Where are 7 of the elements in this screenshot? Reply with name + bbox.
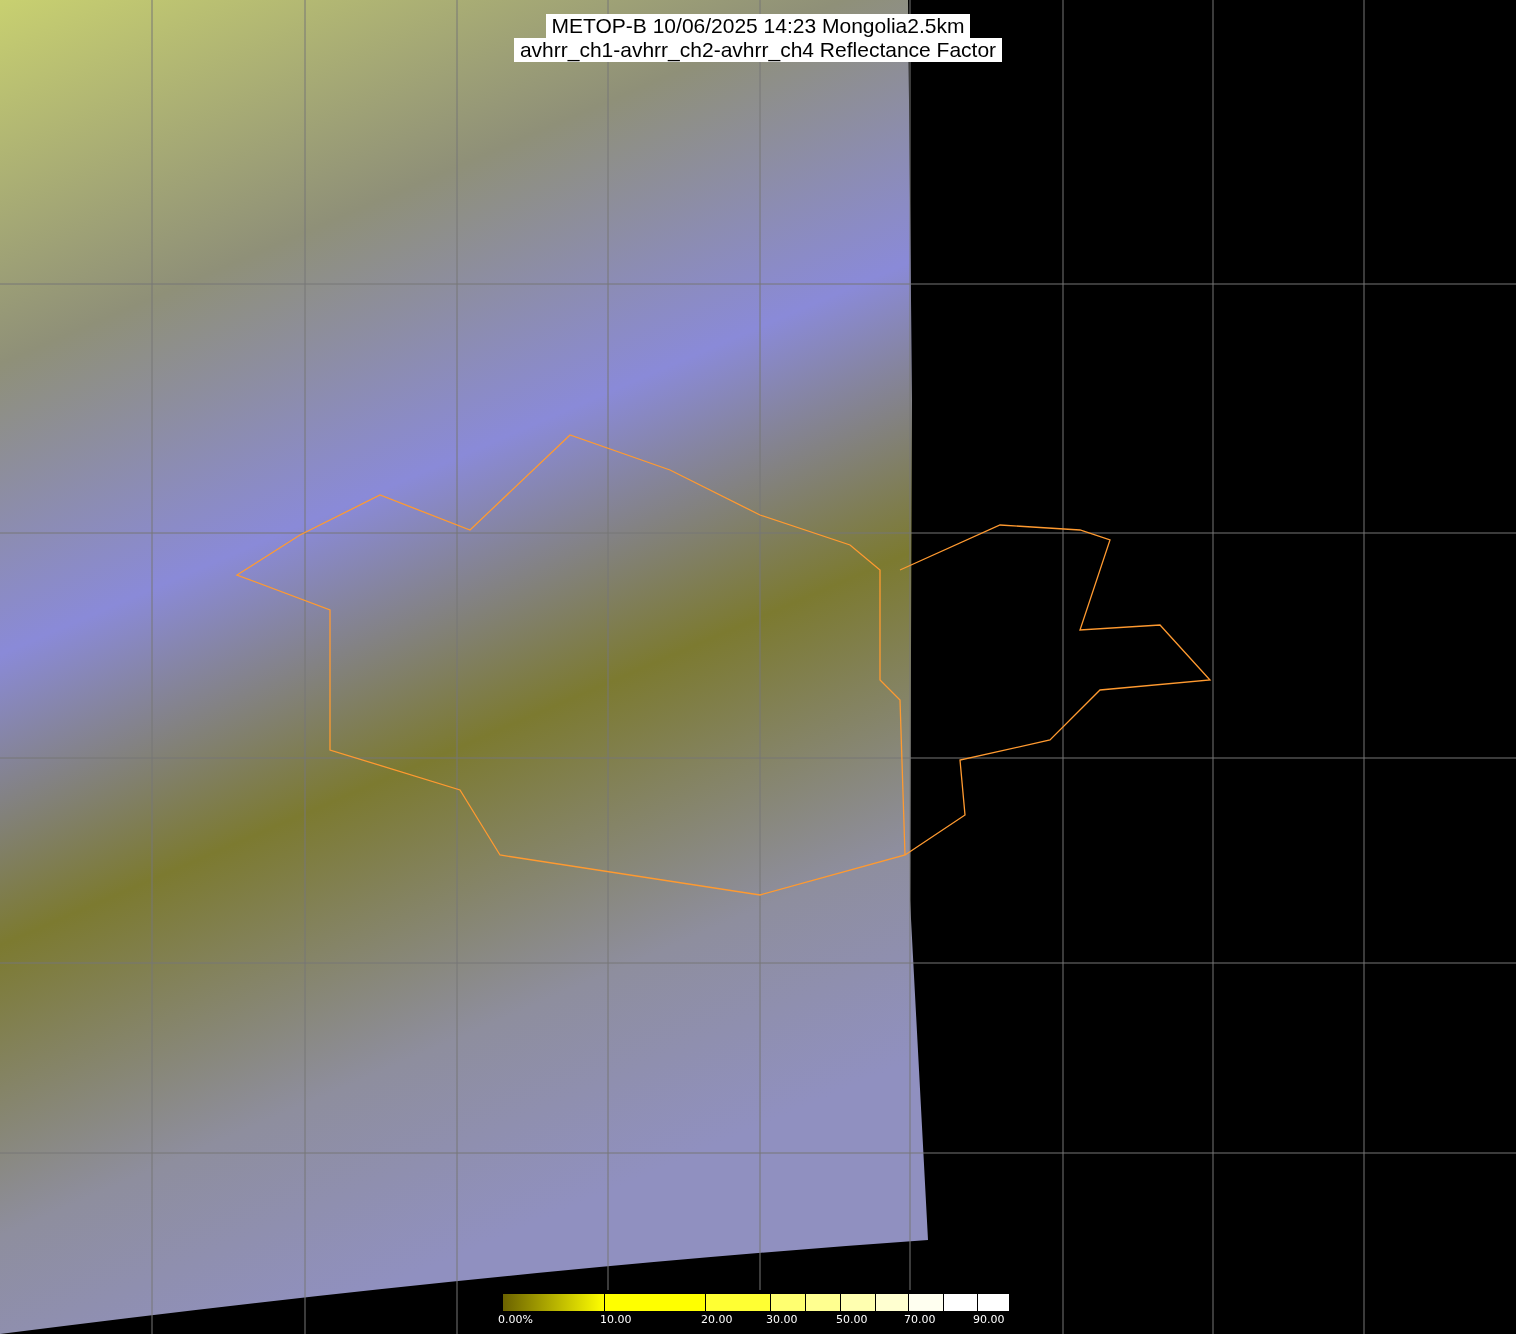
colorbar-label: 50.00	[836, 1313, 868, 1326]
colorbar-label: 30.00	[766, 1313, 798, 1326]
colorbar-label: 90.00	[973, 1313, 1005, 1326]
colorbar-label: 20.00	[701, 1313, 733, 1326]
colorbar-label: 70.00	[904, 1313, 936, 1326]
colorbar-label: 10.00	[600, 1313, 632, 1326]
colorbar-label: 0.00%	[498, 1313, 533, 1326]
